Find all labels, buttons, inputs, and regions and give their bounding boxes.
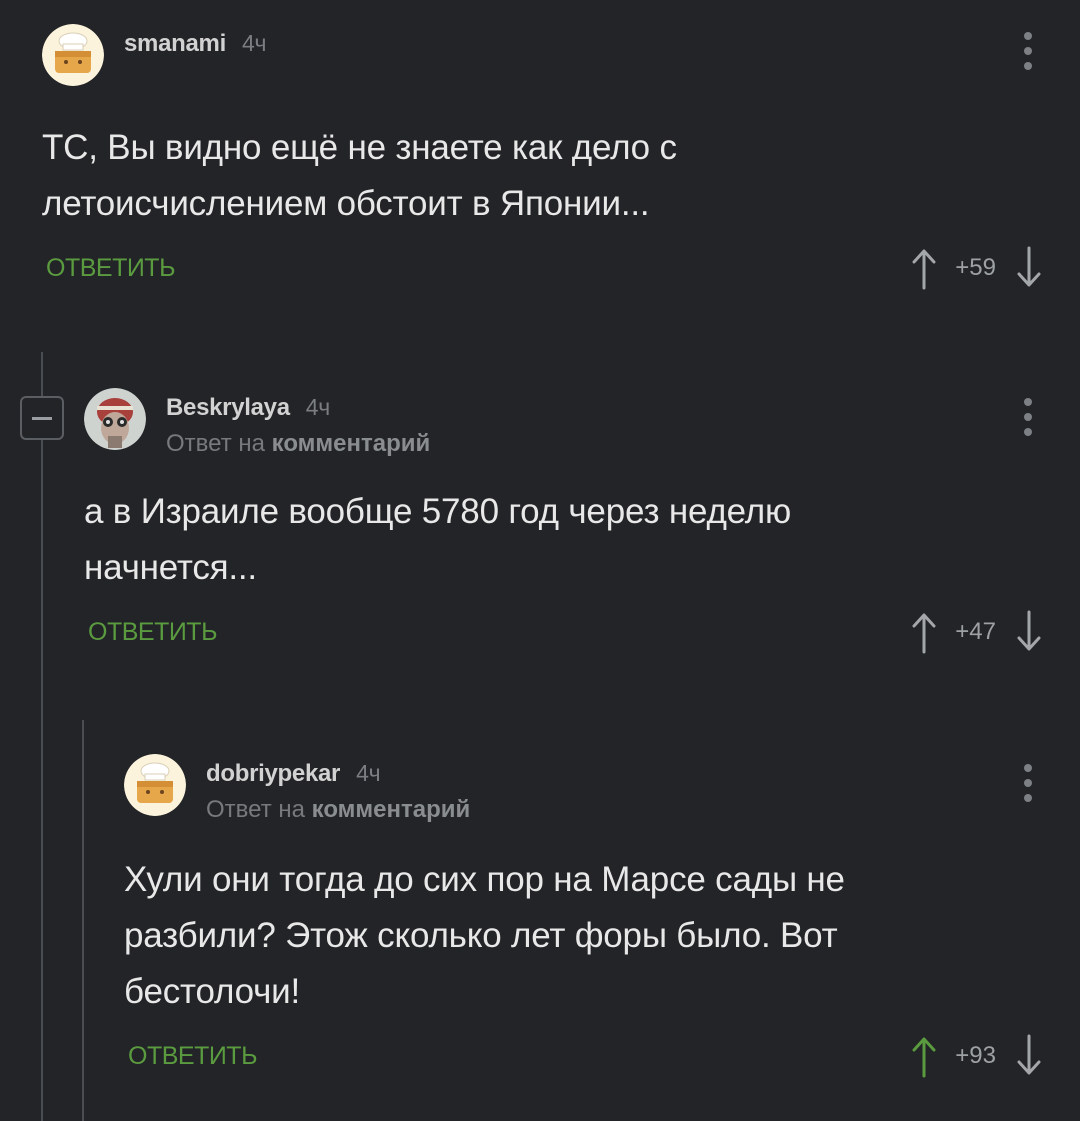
username-text[interactable]: smanami [124,30,226,57]
avatar[interactable] [124,754,186,816]
reply-to-link[interactable]: Ответ на комментарий [166,430,430,458]
reply-to-prefix: Ответ на [166,430,265,457]
menu-dots-icon[interactable] [1022,32,1034,78]
comment-beskrylaya: Beskrylaya 4ч Ответ на комментарий а в Из… [84,388,1080,660]
comment-header: dobriypekar 4ч Ответ на комментарий [124,754,1080,824]
comment-time: 4ч [241,30,267,56]
comment-text-line: а в Израиле вообще 5780 год через неделю [84,492,792,531]
comment-smanami: smanami 4ч ТС, Вы видно ещё не знаете как… [42,24,1080,296]
avatar[interactable] [42,24,104,86]
comment-text-line: разбили? Этож сколько лет форы было. Вот [124,916,838,955]
avatar[interactable] [84,388,146,450]
reply-button[interactable]: ОТВЕТИТЬ [128,1042,257,1071]
comment-text-line: ТС, Вы видно ещё не знаете как дело с [42,128,677,167]
comment-actions: ОТВЕТИТЬ +93 [124,1034,1080,1084]
reply-to-target[interactable]: комментарий [312,796,471,823]
comment-text-line: летоисчислением обстоит в Японии... [42,184,650,223]
comment-text: ТС, Вы видно ещё не знаете как дело с ле… [42,120,1080,232]
comment-text: Хули они тогда до сих пор на Марсе сады … [124,852,1080,1020]
upvote-arrow-icon[interactable] [909,246,939,290]
comment-actions: ОТВЕТИТЬ +59 [42,246,1080,296]
comment-text-line: начнется... [84,548,257,587]
comment-dobriypekar: dobriypekar 4ч Ответ на комментарий Хули … [124,754,1080,1084]
comment-score: +59 [955,254,996,281]
downvote-arrow-icon[interactable] [1014,246,1044,290]
thread-line-level-2 [82,720,84,1121]
upvote-arrow-icon[interactable] [909,1034,939,1078]
chef-avatar-icon [124,754,186,816]
comment-time: 4ч [356,760,381,786]
downvote-arrow-icon[interactable] [1014,1034,1044,1078]
vote-controls: +47 [909,610,1044,654]
comment-actions: ОТВЕТИТЬ +47 [84,610,1080,660]
comment-text: а в Израиле вообще 5780 год через неделю… [84,484,1080,596]
username[interactable]: smanami 4ч [124,30,266,58]
reply-to-target[interactable]: комментарий [272,430,431,457]
username[interactable]: dobriypekar 4ч [206,760,381,788]
downvote-arrow-icon[interactable] [1014,610,1044,654]
photo-avatar-icon [84,388,146,450]
comment-score: +47 [955,618,996,645]
comment-text-line: Хули они тогда до сих пор на Марсе сады … [124,860,845,899]
username-text[interactable]: dobriypekar [206,760,340,787]
comment-text-line: бестолочи! [124,972,300,1011]
chef-avatar-icon [42,24,104,86]
username[interactable]: Beskrylaya 4ч [166,394,330,422]
menu-dots-icon[interactable] [1022,398,1034,444]
collapse-thread-button[interactable] [20,396,64,440]
reply-to-prefix: Ответ на [206,796,305,823]
vote-controls: +59 [909,246,1044,290]
reply-to-link[interactable]: Ответ на комментарий [206,796,470,824]
comment-score: +93 [955,1042,996,1069]
collapse-icon [32,417,52,420]
username-text[interactable]: Beskrylaya [166,394,290,421]
reply-button[interactable]: ОТВЕТИТЬ [46,254,175,283]
comment-time: 4ч [305,394,330,420]
menu-dots-icon[interactable] [1022,764,1034,810]
upvote-arrow-icon[interactable] [909,610,939,654]
vote-controls: +93 [909,1034,1044,1078]
reply-button[interactable]: ОТВЕТИТЬ [88,618,217,647]
thread-line-level-1 [41,352,43,1121]
comment-header: Beskrylaya 4ч Ответ на комментарий [84,388,1080,458]
comment-header: smanami 4ч [42,24,1080,94]
